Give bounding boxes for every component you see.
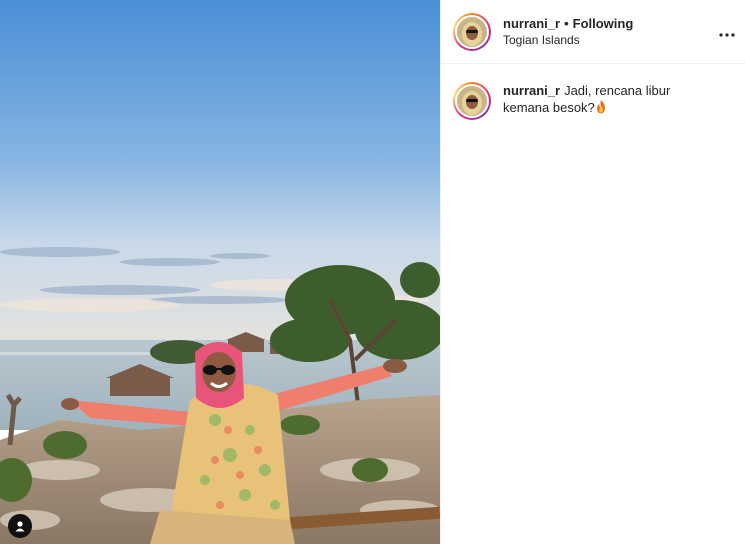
caption-avatar-image bbox=[457, 86, 487, 116]
avatar[interactable] bbox=[453, 12, 491, 51]
more-options-button[interactable] bbox=[719, 22, 735, 40]
separator-dot: • bbox=[564, 16, 569, 31]
post-header: nurrani_r • Following Togian Islands bbox=[441, 0, 745, 64]
header-username[interactable]: nurrani_r bbox=[503, 16, 560, 31]
caption-avatar[interactable] bbox=[453, 82, 491, 120]
caption-comment: nurrani_r Jadi, rencana libur kemana beso… bbox=[453, 82, 733, 120]
post-sidebar: nurrani_r • Following Togian Islands nur… bbox=[440, 0, 745, 544]
location-link[interactable]: Togian Islands bbox=[503, 33, 633, 47]
following-button[interactable]: Following bbox=[573, 16, 634, 31]
user-tag-icon bbox=[14, 520, 26, 532]
user-tag-button[interactable] bbox=[8, 514, 32, 538]
fire-emoji-icon bbox=[595, 100, 607, 118]
caption-username[interactable]: nurrani_r bbox=[503, 83, 560, 98]
avatar-image bbox=[457, 16, 487, 47]
post-photo[interactable] bbox=[0, 0, 440, 544]
more-horizontal-icon bbox=[719, 21, 735, 41]
comments-section: nurrani_r Jadi, rencana libur kemana beso… bbox=[441, 64, 745, 138]
photo-image bbox=[0, 0, 440, 544]
